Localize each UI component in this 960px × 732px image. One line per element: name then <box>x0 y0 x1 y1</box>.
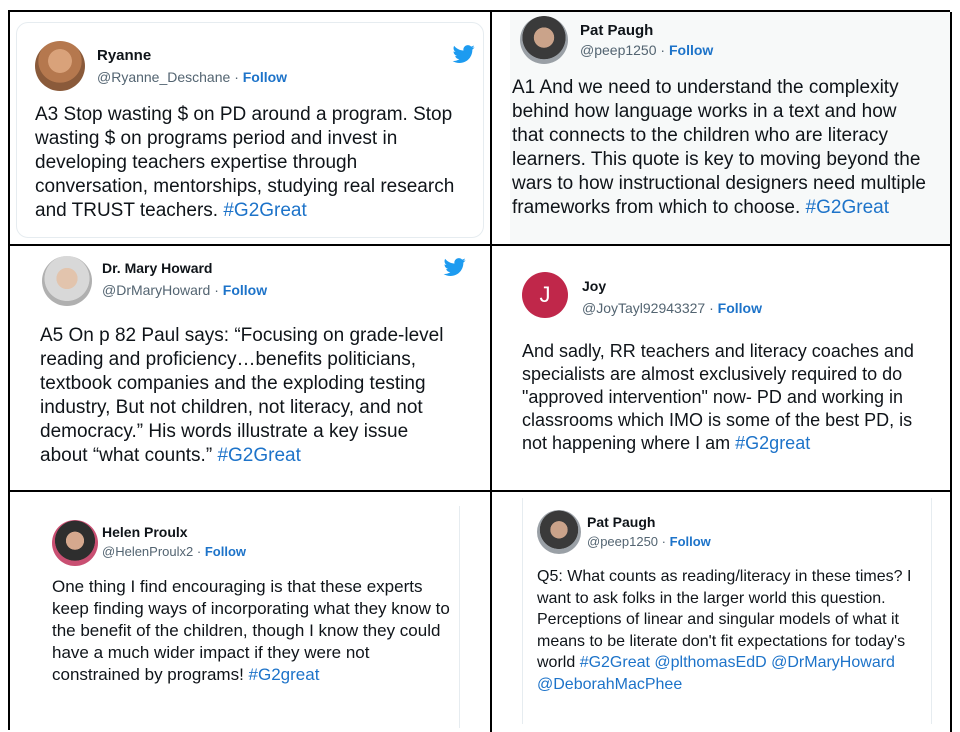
author-name[interactable]: Helen Proulx <box>102 524 188 540</box>
hashtag-link[interactable]: #G2Great <box>217 445 300 466</box>
tweet-cell: Helen Proulx @HelenProulx2 · Follow One … <box>10 492 492 732</box>
separator: · <box>234 69 239 85</box>
tweet-text: A1 And we need to understand the complex… <box>512 77 926 218</box>
avatar[interactable] <box>52 520 98 566</box>
author-name[interactable]: Joy <box>582 278 606 294</box>
tweet-card: Pat Paugh @peep1250 · Follow Q5: What co… <box>522 498 932 724</box>
follow-button[interactable]: Follow <box>670 534 711 549</box>
avatar[interactable]: J <box>522 272 568 318</box>
handle-line: @DrMaryHoward · Follow <box>102 282 267 298</box>
author-name[interactable]: Ryanne <box>97 47 151 64</box>
author-handle[interactable]: @JoyTayl92943327 <box>582 300 705 316</box>
handle-line: @peep1250 · Follow <box>580 42 713 58</box>
follow-button[interactable]: Follow <box>718 300 762 316</box>
avatar[interactable] <box>35 41 85 91</box>
hashtag-link[interactable]: #G2great <box>249 665 320 684</box>
author-handle[interactable]: @Ryanne_Deschane <box>97 69 230 85</box>
tweet-grid: Ryanne @Ryanne_Deschane · Follow A3 Stop… <box>8 10 952 732</box>
tweet-text: Q5: What counts as reading/literacy in t… <box>537 568 912 693</box>
author-name[interactable]: Pat Paugh <box>587 514 655 530</box>
hashtag-link[interactable]: #G2great <box>735 433 810 453</box>
separator: · <box>214 282 219 298</box>
avatar[interactable] <box>42 256 92 306</box>
avatar[interactable] <box>520 16 568 64</box>
tweet-cell: Ryanne @Ryanne_Deschane · Follow A3 Stop… <box>10 12 492 246</box>
handle-line: @HelenProulx2 · Follow <box>102 544 246 559</box>
separator: · <box>660 42 666 58</box>
handle-line: @JoyTayl92943327 · Follow <box>582 300 762 316</box>
separator: · <box>661 534 667 549</box>
tweet-card: Ryanne @Ryanne_Deschane · Follow A3 Stop… <box>16 22 484 238</box>
tweet-card: J Joy @JoyTayl92943327 · Follow And sadl… <box>510 256 940 488</box>
tweet-cell: Pat Paugh @peep1250 · Follow A1 And we n… <box>492 12 952 246</box>
handle-line: @Ryanne_Deschane · Follow <box>97 69 287 85</box>
tweet-card: Helen Proulx @HelenProulx2 · Follow One … <box>40 506 460 728</box>
tweet-text: And sadly, RR teachers and literacy coac… <box>522 341 914 453</box>
follow-button[interactable]: Follow <box>243 69 287 85</box>
tweet-text: A5 On p 82 Paul says: “Focusing on grade… <box>40 325 444 466</box>
handle-line: @peep1250 · Follow <box>587 534 711 549</box>
tweet-card: Pat Paugh @peep1250 · Follow A1 And we n… <box>510 12 950 244</box>
separator: · <box>709 300 714 316</box>
tweet-cell: Pat Paugh @peep1250 · Follow Q5: What co… <box>492 492 952 732</box>
separator: · <box>196 544 202 559</box>
author-handle[interactable]: @peep1250 <box>580 42 657 58</box>
avatar[interactable] <box>537 510 581 554</box>
follow-button[interactable]: Follow <box>205 544 246 559</box>
hashtag-link[interactable]: #G2Great <box>223 200 306 221</box>
author-handle[interactable]: @DrMaryHoward <box>102 282 210 298</box>
hashtag-link[interactable]: #G2Great @plthomasEdD @DrMaryHoward @Deb… <box>537 654 895 693</box>
twitter-bird-icon[interactable] <box>442 256 468 278</box>
tweet-card: Dr. Mary Howard @DrMaryHoward · Follow A… <box>18 246 478 490</box>
author-handle[interactable]: @peep1250 <box>587 534 658 549</box>
tweet-text: A3 Stop wasting $ on PD around a program… <box>35 104 455 221</box>
tweet-text: One thing I find encouraging is that the… <box>52 577 450 684</box>
avatar-letter: J <box>539 282 551 307</box>
tweet-cell: J Joy @JoyTayl92943327 · Follow And sadl… <box>492 246 952 492</box>
tweet-cell: Dr. Mary Howard @DrMaryHoward · Follow A… <box>10 246 492 492</box>
author-name[interactable]: Pat Paugh <box>580 22 653 39</box>
author-name[interactable]: Dr. Mary Howard <box>102 260 212 276</box>
twitter-bird-icon[interactable] <box>451 43 477 65</box>
hashtag-link[interactable]: #G2Great <box>806 197 889 218</box>
follow-button[interactable]: Follow <box>669 42 713 58</box>
author-handle[interactable]: @HelenProulx2 <box>102 544 193 559</box>
follow-button[interactable]: Follow <box>223 282 267 298</box>
